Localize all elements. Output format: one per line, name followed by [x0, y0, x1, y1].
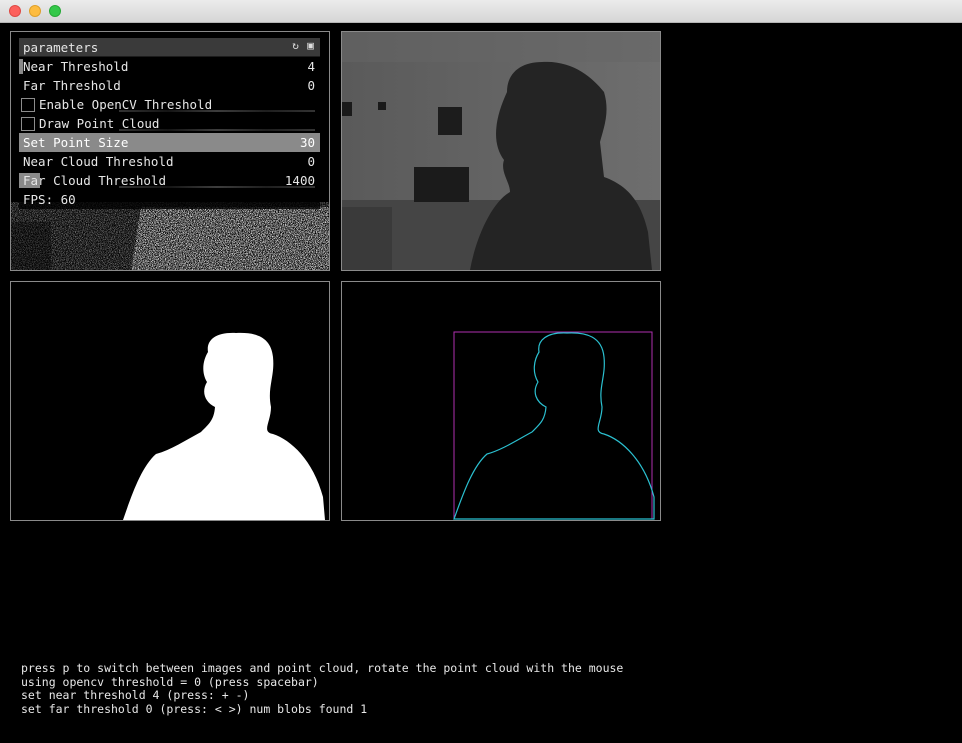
near-cloud-threshold-label: Near Cloud Threshold [23, 154, 174, 169]
threshold-image-panel [10, 281, 330, 521]
near-threshold-value: 4 [307, 59, 315, 74]
set-point-size-value: 30 [299, 135, 315, 150]
instruction-line: set far threshold 0 (press: < >) num blo… [21, 701, 368, 716]
instruction-line: press p to switch between images and poi… [21, 661, 624, 675]
contour-image-panel [341, 281, 661, 521]
save-icon[interactable]: ▣ [305, 40, 316, 51]
parameters-header[interactable]: parameters ↻ ▣ [19, 38, 320, 57]
minimize-window-button[interactable] [29, 5, 41, 17]
near-cloud-threshold-value: 0 [307, 154, 315, 169]
instruction-line: using opencv threshold = 0 (press spaceb… [21, 674, 319, 689]
far-threshold-label: Far Threshold [23, 78, 121, 93]
draw-point-cloud-toggle[interactable]: Draw Point Cloud [19, 114, 320, 133]
near-threshold-slider[interactable]: Near Threshold 4 [19, 57, 320, 76]
set-point-size-slider[interactable]: Set Point Size 30 [19, 133, 320, 152]
set-point-size-label: Set Point Size [23, 135, 129, 150]
near-cloud-threshold-slider[interactable]: Near Cloud Threshold 0 [19, 152, 320, 171]
point-cloud-checkbox[interactable] [21, 116, 35, 131]
far-threshold-value: 0 [307, 78, 315, 93]
instruction-line: set near threshold 4 (press: + -) [21, 688, 250, 702]
enable-opencv-toggle[interactable]: Enable OpenCV Threshold [19, 95, 320, 114]
depth-image-panel [341, 31, 661, 271]
near-threshold-label: Near Threshold [23, 59, 129, 74]
opencv-checkbox[interactable] [21, 97, 35, 112]
reload-icon[interactable]: ↻ [290, 40, 301, 51]
draw-point-cloud-label: Draw Point Cloud [39, 116, 160, 131]
far-threshold-slider[interactable]: Far Threshold 0 [19, 76, 320, 95]
zoom-window-button[interactable] [49, 5, 61, 17]
far-cloud-threshold-slider[interactable]: Far Cloud Threshold 1400 [19, 171, 320, 190]
window-titlebar [0, 0, 962, 23]
far-cloud-threshold-label: Far Cloud Threshold [23, 173, 166, 188]
close-window-button[interactable] [9, 5, 21, 17]
enable-opencv-label: Enable OpenCV Threshold [39, 97, 213, 112]
parameters-title: parameters [23, 39, 99, 55]
parameters-panel: parameters ↻ ▣ Near Threshold 4 Far Thre… [19, 38, 320, 209]
far-cloud-threshold-value: 1400 [284, 173, 315, 188]
fps-label: FPS: 60 [23, 192, 76, 207]
fps-row: FPS: 60 [19, 190, 320, 209]
instructions-text: press p to switch between images and poi… [21, 661, 624, 716]
